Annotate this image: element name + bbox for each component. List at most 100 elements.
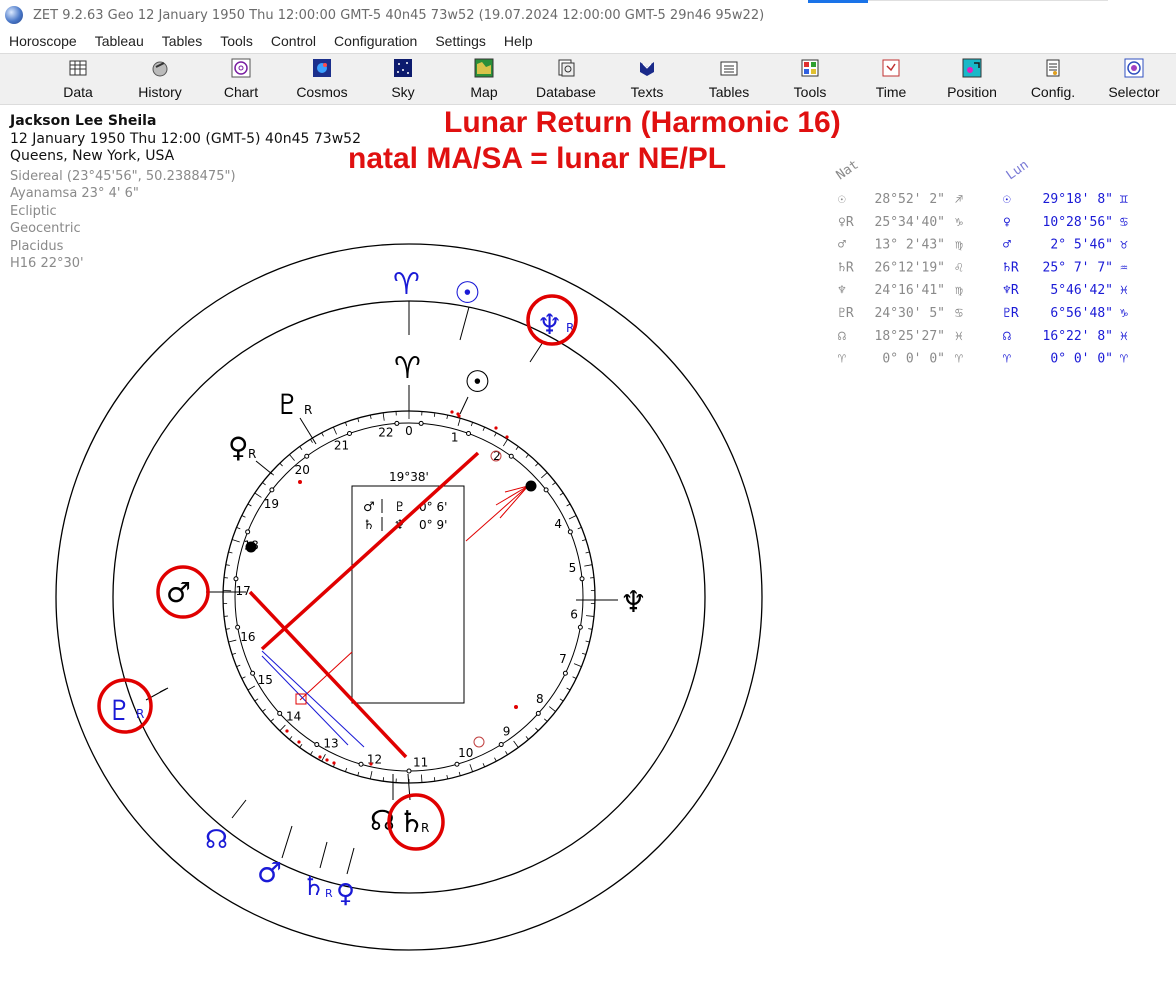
dial-number: 7: [559, 652, 567, 666]
planet-marker: [577, 624, 583, 630]
dial-tick: [568, 515, 577, 520]
dial-tick: [549, 706, 556, 712]
dial-tick: [299, 446, 303, 450]
planet-marker: [235, 624, 241, 630]
planet-marker: [567, 529, 573, 535]
positions-table: Nat Lun ☉ 28°52' 2" ♐ ☉ 29°18' 8" ♊ ♀R 25°34'40…: [834, 158, 1128, 367]
dial-tick: [382, 412, 385, 421]
lunar-sign-glyph: ♉: [1120, 238, 1128, 253]
dial-tick: [236, 664, 241, 668]
natal-position: 28°52' 2": [875, 192, 945, 207]
red-dot-2: [514, 705, 518, 709]
lunar-position: 6°56'48": [1050, 306, 1113, 321]
planet-marker: [508, 453, 514, 459]
dial-tick: [247, 685, 256, 691]
dial-number: 0: [405, 424, 413, 438]
dial-tick: [289, 736, 293, 740]
lunar-planet-glyph: ♆R: [1003, 283, 1019, 298]
dial-number: 1: [451, 430, 459, 444]
planet-marker: [466, 430, 472, 436]
dial-tick: [345, 422, 348, 427]
lunar-planet-glyph: ♈: [1003, 352, 1011, 367]
dial-tick: [470, 422, 473, 427]
dial-number: 4: [554, 517, 562, 531]
natal-dot-marker-2: [525, 480, 537, 492]
dial-tick: [369, 771, 373, 780]
dial-tick: [369, 414, 372, 420]
venus-retro-natal: R: [248, 447, 256, 461]
natal-sign-glyph: ♍: [955, 283, 963, 298]
dial-number: 22: [378, 426, 393, 440]
dial-tick: [581, 539, 587, 542]
planet-marker: [233, 576, 239, 582]
natal-dot-marker: [245, 541, 257, 553]
red-dot: [332, 761, 336, 765]
dial-tick: [543, 718, 548, 722]
lunar-sign-glyph: ♈: [1120, 352, 1128, 367]
aries-glyph-lunar: ♈: [393, 267, 420, 302]
dial-tick: [505, 751, 508, 755]
dial-tick: [482, 763, 486, 768]
natal-planet-glyph: ♇R: [838, 306, 854, 321]
planet-marker: [562, 670, 568, 676]
dial-tick: [236, 526, 241, 530]
dial-number: 5: [569, 561, 577, 575]
dial-number: 10: [458, 746, 473, 760]
planet-marker: [269, 487, 275, 493]
lunar-position: 0° 0' 0": [1050, 352, 1113, 367]
dial-tick: [228, 639, 237, 643]
red-dot: [285, 729, 289, 733]
lunar-sign-glyph: ♒: [1120, 260, 1128, 275]
dial-tick: [262, 708, 266, 712]
planet-marker: [304, 453, 310, 459]
dial-number: 16: [240, 630, 255, 644]
red-dot: [325, 758, 329, 762]
red-dot: [369, 762, 373, 766]
dial-tick: [254, 698, 259, 702]
mp-row1-b: ♇: [394, 500, 406, 515]
planet-marker: [535, 710, 541, 716]
venus-glyph-lunar: ♀: [336, 879, 355, 909]
aspect-line-thin-2: [465, 485, 529, 542]
neptune-glyph-natal: ♆: [620, 585, 647, 620]
lunar-sign-glyph: ♋: [1120, 215, 1128, 230]
dial-tick: [502, 439, 508, 447]
red-dot: [298, 480, 302, 484]
lunar-sign-glyph: ♊: [1120, 192, 1128, 207]
pluto-retro-natal: R: [304, 403, 312, 417]
dial-tick: [332, 426, 337, 435]
dial-tick: [559, 698, 564, 702]
dial-tick: [541, 472, 548, 479]
sun-glyph-natal: ☉: [464, 365, 491, 400]
midpoint-degree: 19°38': [389, 470, 429, 484]
natal-planet-glyph: ♈: [838, 352, 846, 367]
planet-marker: [358, 761, 364, 767]
natal-planet-glyph: ♄R: [838, 260, 854, 275]
red-dot: [297, 740, 301, 744]
mp-row1-a: ♂: [363, 500, 375, 515]
red-dot: [457, 414, 461, 418]
dial-tick: [241, 515, 246, 518]
dial-tick: [494, 757, 497, 762]
dial-tick: [573, 663, 582, 668]
dial-tick: [525, 736, 529, 740]
dial-tick: [525, 454, 529, 458]
natal-header: Nat: [834, 158, 862, 184]
sun-glyph-lunar: ☉: [454, 276, 481, 311]
saturn-retro-lunar: R: [325, 887, 333, 900]
dial-tick: [345, 767, 348, 772]
dial-tick: [433, 412, 436, 417]
dial-tick: [247, 503, 252, 507]
lunar-planet-glyph: ♇R: [1003, 306, 1019, 321]
dial-tick: [228, 551, 233, 554]
lunar-planet-glyph: ♀: [1003, 215, 1011, 230]
lunar-header: Lun: [1004, 158, 1032, 184]
dial-number: 17: [235, 584, 250, 598]
dial-tick: [310, 439, 313, 443]
dial-tick: [494, 432, 497, 437]
dial-tick: [585, 551, 590, 554]
dial-number: 11: [413, 756, 428, 770]
dial-tick: [241, 676, 246, 679]
dial-number: 14: [286, 709, 301, 723]
dial-number: 21: [334, 438, 349, 452]
